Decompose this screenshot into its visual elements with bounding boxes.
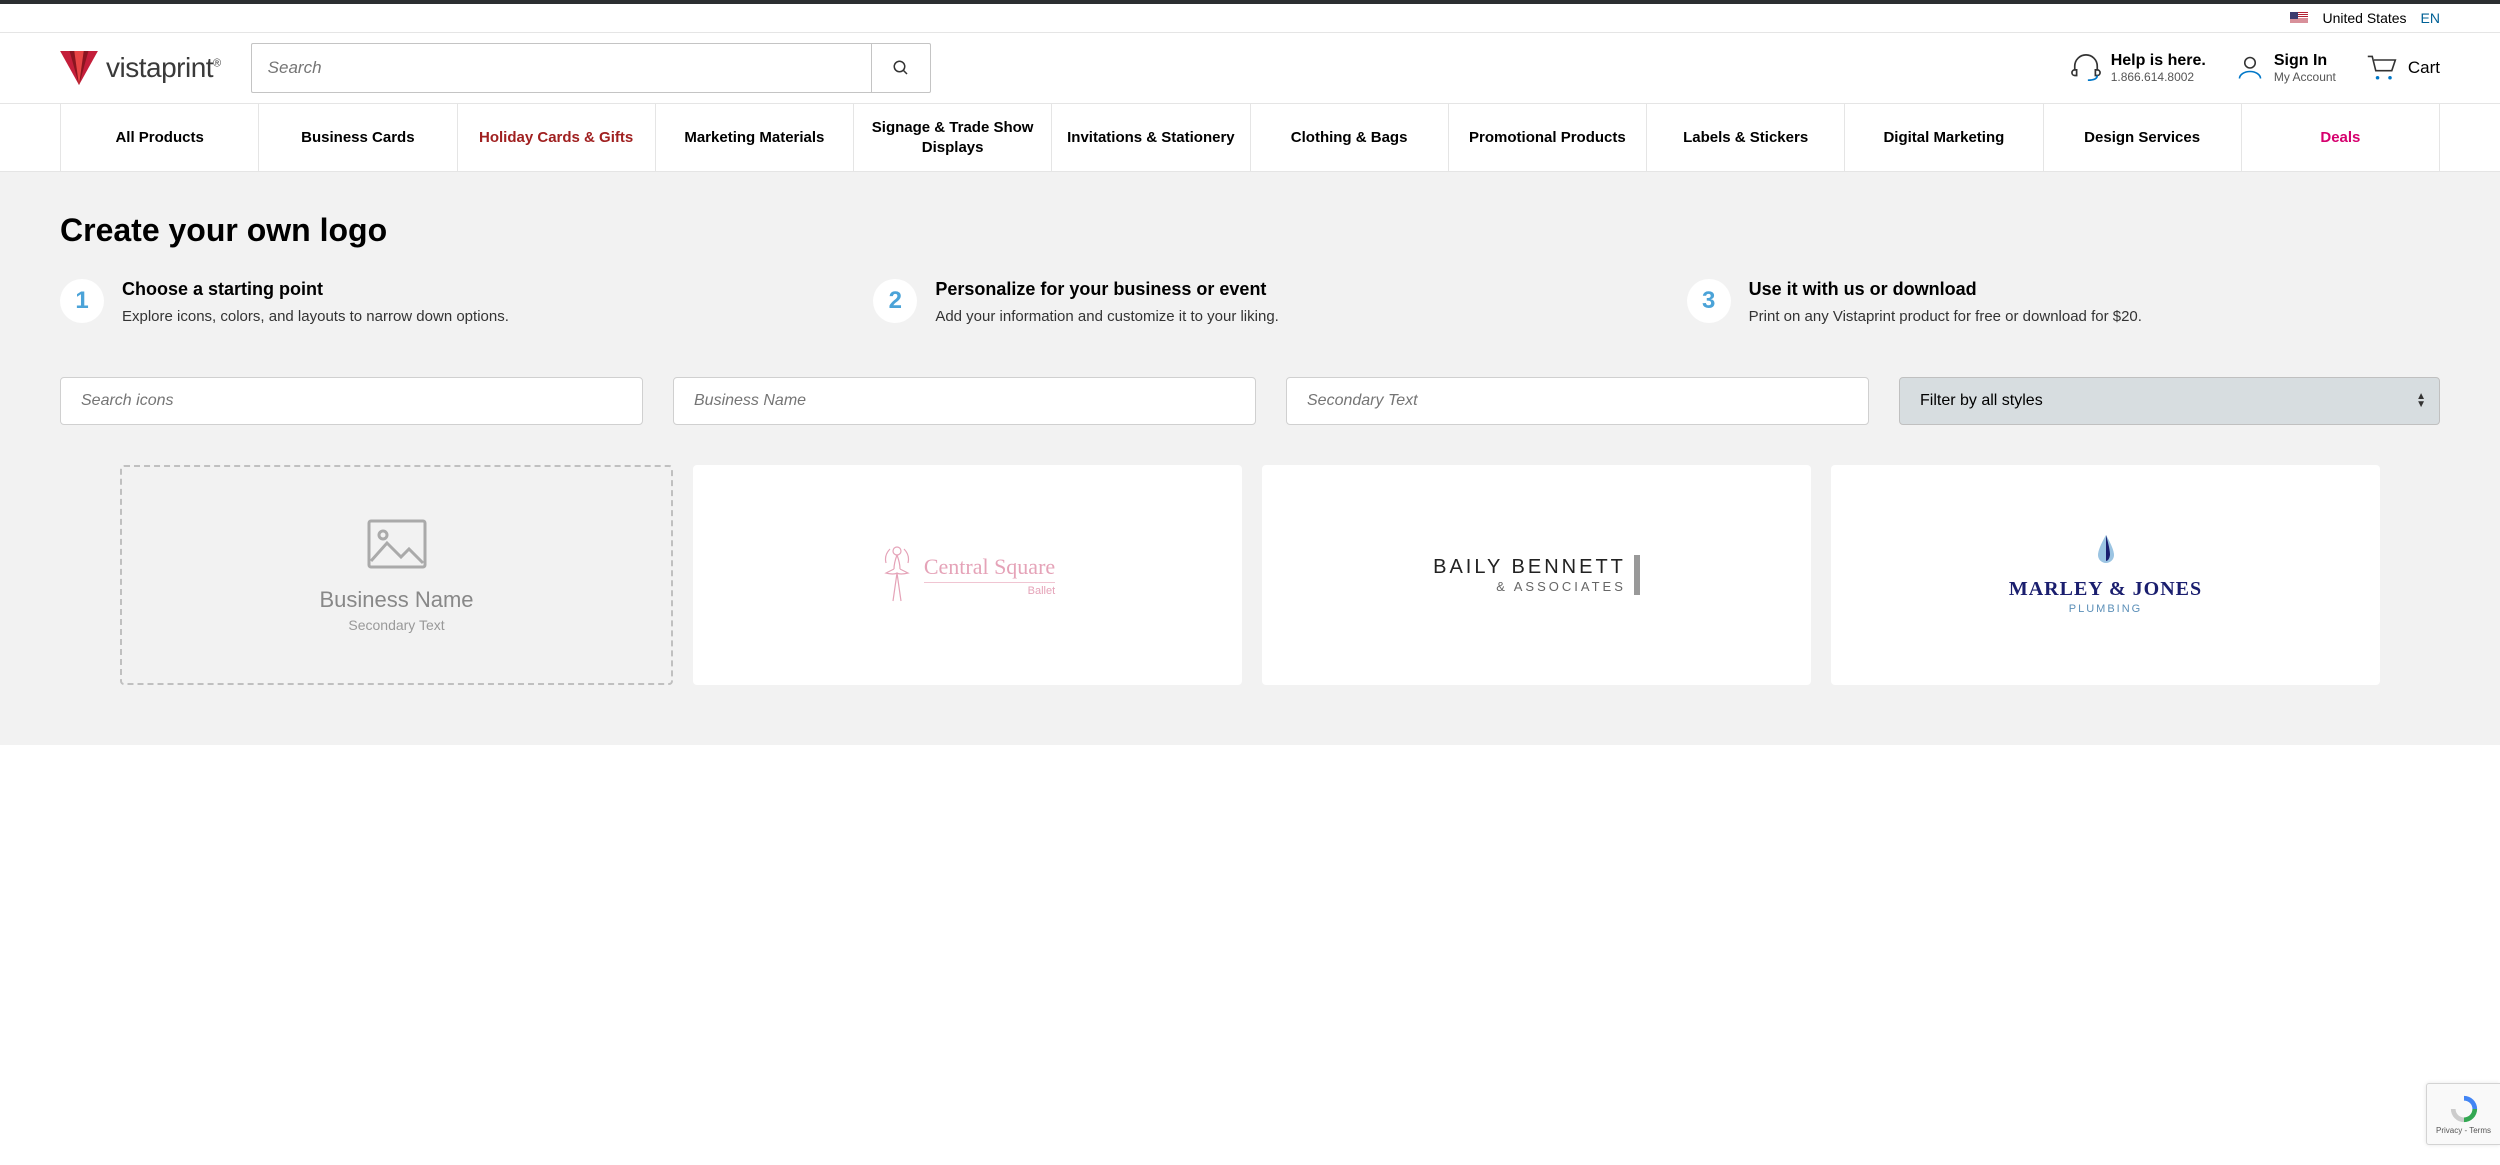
locale-country[interactable]: United States — [2322, 10, 2406, 26]
search-icon — [892, 59, 910, 77]
nav-deals[interactable]: Deals — [2242, 104, 2440, 171]
recaptcha-icon — [2449, 1094, 2479, 1124]
nav-labels[interactable]: Labels & Stickers — [1647, 104, 1845, 171]
search-wrap — [251, 43, 931, 93]
header: vistaprint® Help is here. 1.866.614.8002… — [0, 33, 2500, 103]
signin-action[interactable]: Sign In My Account — [2236, 52, 2336, 84]
step-2-title: Personalize for your business or event — [935, 279, 1626, 300]
cart-label: Cart — [2408, 58, 2440, 78]
nav-invitations[interactable]: Invitations & Stationery — [1052, 104, 1250, 171]
signin-title: Sign In — [2274, 52, 2336, 70]
nav-holiday-cards[interactable]: Holiday Cards & Gifts — [458, 104, 656, 171]
logo-text: vistaprint® — [106, 52, 221, 84]
baily-bar-icon — [1634, 555, 1640, 595]
marley-name: MARLEY & JONES — [2009, 578, 2202, 601]
nav-promotional[interactable]: Promotional Products — [1449, 104, 1647, 171]
marley-sub: PLUMBING — [2009, 603, 2202, 615]
search-button[interactable] — [871, 43, 931, 93]
recaptcha-privacy: Privacy — [2436, 1126, 2462, 1135]
search-input[interactable] — [251, 43, 871, 93]
logo-grid: Business Name Secondary Text Central Squ… — [60, 465, 2440, 685]
style-filter-select[interactable]: Filter by all styles — [1899, 377, 2440, 425]
header-actions: Help is here. 1.866.614.8002 Sign In My … — [2071, 52, 2440, 84]
secondary-text-input[interactable] — [1286, 377, 1869, 425]
ballet-name: Central Square — [924, 554, 1055, 579]
water-drop-icon — [2096, 535, 2116, 563]
steps-row: 1 Choose a starting point Explore icons,… — [60, 279, 2440, 327]
filter-row: Filter by all styles ▲▼ — [60, 377, 2440, 425]
main-section: Create your own logo 1 Choose a starting… — [0, 172, 2500, 745]
step-3-desc: Print on any Vistaprint product for free… — [1749, 306, 2440, 327]
flag-icon — [2290, 12, 2308, 24]
step-3-title: Use it with us or download — [1749, 279, 2440, 300]
help-action[interactable]: Help is here. 1.866.614.8002 — [2071, 52, 2206, 84]
nav-all-products[interactable]: All Products — [60, 104, 259, 171]
placeholder-sub: Secondary Text — [348, 617, 444, 633]
image-placeholder-icon — [365, 517, 429, 571]
nav-digital-marketing[interactable]: Digital Marketing — [1845, 104, 2043, 171]
step-3: 3 Use it with us or download Print on an… — [1687, 279, 2440, 327]
step-1-desc: Explore icons, colors, and layouts to na… — [122, 306, 813, 327]
help-phone: 1.866.614.8002 — [2111, 70, 2206, 84]
step-1-title: Choose a starting point — [122, 279, 813, 300]
nav-signage[interactable]: Signage & Trade Show Displays — [854, 104, 1052, 171]
cart-action[interactable]: Cart — [2366, 54, 2440, 82]
recaptcha-badge[interactable]: Privacy - Terms — [2426, 1083, 2500, 1145]
signin-sub: My Account — [2274, 70, 2336, 84]
placeholder-title: Business Name — [319, 587, 473, 613]
logo-card-ballet[interactable]: Central Square Ballet — [693, 465, 1242, 685]
nav-marketing[interactable]: Marketing Materials — [656, 104, 854, 171]
logo-card-placeholder[interactable]: Business Name Secondary Text — [120, 465, 673, 685]
help-title: Help is here. — [2111, 52, 2206, 70]
logo-card-marley[interactable]: MARLEY & JONES PLUMBING — [1831, 465, 2380, 685]
nav-bar: All Products Business Cards Holiday Card… — [0, 103, 2500, 172]
step-2-desc: Add your information and customize it to… — [935, 306, 1626, 327]
ballet-sub: Ballet — [924, 582, 1055, 597]
step-1-num: 1 — [60, 279, 104, 323]
page-title: Create your own logo — [60, 212, 2440, 249]
nav-clothing[interactable]: Clothing & Bags — [1251, 104, 1449, 171]
cart-icon — [2366, 54, 2398, 82]
step-2: 2 Personalize for your business or event… — [873, 279, 1626, 327]
baily-sub: & ASSOCIATES — [1433, 579, 1626, 594]
style-filter-wrap: Filter by all styles ▲▼ — [1899, 377, 2440, 425]
headset-icon — [2071, 53, 2101, 83]
step-1: 1 Choose a starting point Explore icons,… — [60, 279, 813, 327]
locale-lang[interactable]: EN — [2421, 10, 2440, 26]
locale-bar: United States EN — [0, 4, 2500, 33]
logo[interactable]: vistaprint® — [60, 51, 221, 85]
business-name-input[interactable] — [673, 377, 1256, 425]
user-icon — [2236, 54, 2264, 82]
step-2-num: 2 — [873, 279, 917, 323]
logo-card-baily[interactable]: BAILY BENNETT & ASSOCIATES — [1262, 465, 1811, 685]
step-3-num: 3 — [1687, 279, 1731, 323]
baily-name: BAILY BENNETT — [1433, 556, 1626, 579]
recaptcha-terms: Terms — [2469, 1126, 2491, 1135]
logo-mark-icon — [60, 51, 98, 85]
ballerina-icon — [880, 545, 914, 605]
nav-design-services[interactable]: Design Services — [2044, 104, 2242, 171]
nav-business-cards[interactable]: Business Cards — [259, 104, 457, 171]
search-icons-input[interactable] — [60, 377, 643, 425]
